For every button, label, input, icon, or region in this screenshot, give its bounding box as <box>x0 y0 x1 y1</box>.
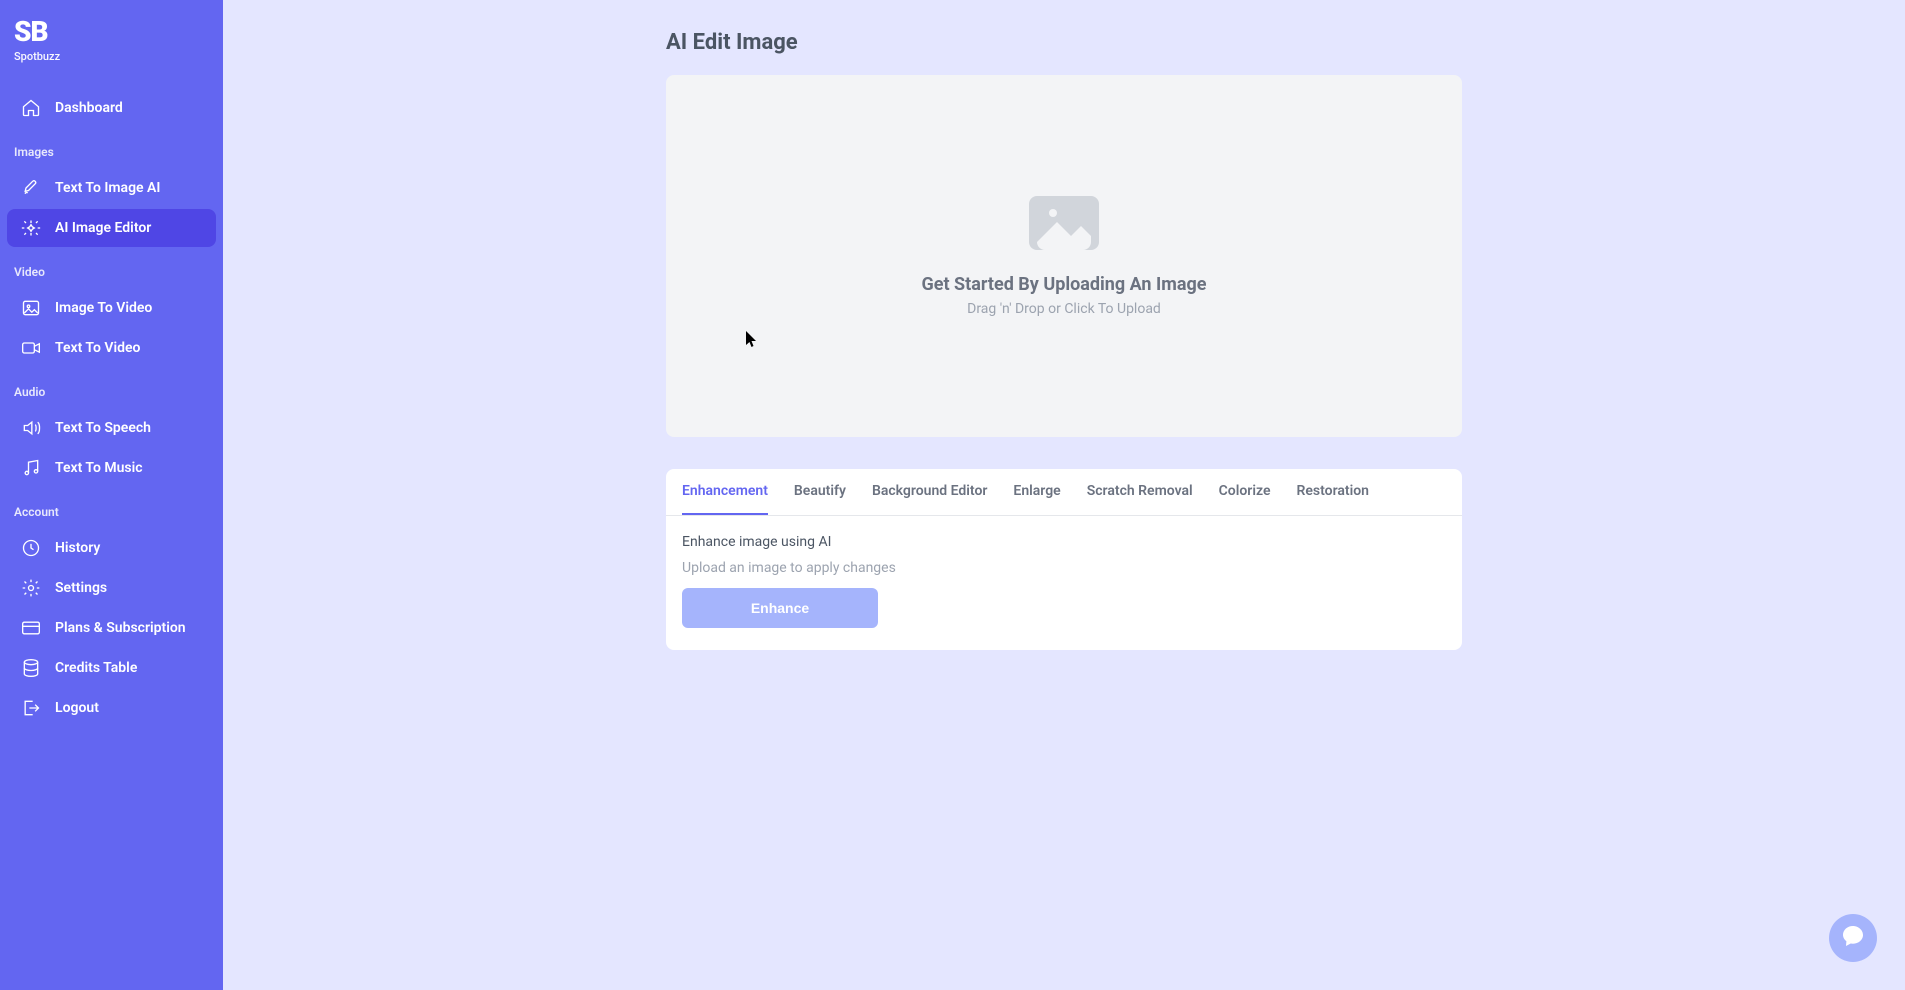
page-title: AI Edit Image <box>666 30 1462 55</box>
clock-icon <box>21 538 41 558</box>
logout-icon <box>21 698 41 718</box>
sparkle-icon <box>21 218 41 238</box>
chat-icon <box>1841 924 1865 952</box>
sidebar-item-label: Image To Video <box>55 300 152 316</box>
sidebar-item-history[interactable]: History <box>7 529 216 567</box>
sidebar-item-label: Text To Image AI <box>55 180 160 196</box>
brush-icon <box>21 178 41 198</box>
nav-section-audio: Audio Text To Speech Text To Music <box>0 385 223 487</box>
sidebar-item-label: Credits Table <box>55 660 137 676</box>
brand-name: Spotbuzz <box>14 50 209 63</box>
nav-section-title: Account <box>0 505 223 527</box>
sidebar-item-label: Text To Video <box>55 340 140 356</box>
home-icon <box>21 98 41 118</box>
tab-beautify[interactable]: Beautify <box>794 469 846 515</box>
upload-dropzone[interactable]: Get Started By Uploading An Image Drag '… <box>666 75 1462 437</box>
tab-colorize[interactable]: Colorize <box>1219 469 1271 515</box>
image-icon <box>21 298 41 318</box>
tab-enlarge[interactable]: Enlarge <box>1013 469 1060 515</box>
sidebar-item-label: Text To Music <box>55 460 143 476</box>
nav-section-images: Images Text To Image AI AI Image Editor <box>0 145 223 247</box>
nav-section-title: Audio <box>0 385 223 407</box>
sidebar-item-logout[interactable]: Logout <box>7 689 216 727</box>
brand-logo: SB <box>14 18 209 46</box>
sidebar-item-plans[interactable]: Plans & Subscription <box>7 609 216 647</box>
sidebar-item-label: History <box>55 540 100 556</box>
gear-icon <box>21 578 41 598</box>
enhance-button[interactable]: Enhance <box>682 588 878 628</box>
sidebar-item-text-to-video[interactable]: Text To Video <box>7 329 216 367</box>
sidebar-item-label: Text To Speech <box>55 420 151 436</box>
sidebar-item-label: Settings <box>55 580 107 596</box>
tab-background-editor[interactable]: Background Editor <box>872 469 987 515</box>
upload-title: Get Started By Uploading An Image <box>922 274 1207 295</box>
sidebar-item-label: Logout <box>55 700 99 716</box>
tab-enhancement[interactable]: Enhancement <box>682 469 768 515</box>
chat-widget-button[interactable] <box>1829 914 1877 962</box>
database-icon <box>21 658 41 678</box>
sidebar-item-image-to-video[interactable]: Image To Video <box>7 289 216 327</box>
sidebar-item-settings[interactable]: Settings <box>7 569 216 607</box>
sidebar-item-dashboard[interactable]: Dashboard <box>7 89 216 127</box>
tab-description: Enhance image using AI <box>682 534 1446 550</box>
speaker-icon <box>21 418 41 438</box>
nav-section-video: Video Image To Video Text To Video <box>0 265 223 367</box>
sidebar-item-label: Plans & Subscription <box>55 620 186 636</box>
sidebar-item-text-to-image[interactable]: Text To Image AI <box>7 169 216 207</box>
nav-section-title: Video <box>0 265 223 287</box>
image-placeholder-icon <box>1029 196 1099 254</box>
sidebar-item-text-to-speech[interactable]: Text To Speech <box>7 409 216 447</box>
main-content: AI Edit Image Get Started By Uploading A… <box>223 0 1905 990</box>
tabs-bar: Enhancement Beautify Background Editor E… <box>666 469 1462 516</box>
tab-restoration[interactable]: Restoration <box>1296 469 1368 515</box>
tab-hint: Upload an image to apply changes <box>682 560 1446 576</box>
music-icon <box>21 458 41 478</box>
nav-section-title: Images <box>0 145 223 167</box>
nav-section-account: Account History Settings Plans & Subscri… <box>0 505 223 727</box>
sidebar: SB Spotbuzz Dashboard Images Text To Ima… <box>0 0 223 990</box>
card-icon <box>21 618 41 638</box>
tab-scratch-removal[interactable]: Scratch Removal <box>1087 469 1193 515</box>
upload-subtitle: Drag 'n' Drop or Click To Upload <box>967 301 1161 317</box>
edit-options-card: Enhancement Beautify Background Editor E… <box>666 469 1462 650</box>
sidebar-item-text-to-music[interactable]: Text To Music <box>7 449 216 487</box>
tab-content: Enhance image using AI Upload an image t… <box>666 516 1462 650</box>
nav-top: Dashboard <box>0 89 223 127</box>
sidebar-item-credits[interactable]: Credits Table <box>7 649 216 687</box>
video-icon <box>21 338 41 358</box>
brand-block[interactable]: SB Spotbuzz <box>0 18 223 71</box>
sidebar-item-ai-image-editor[interactable]: AI Image Editor <box>7 209 216 247</box>
cursor-icon <box>746 331 758 347</box>
sidebar-item-label: AI Image Editor <box>55 220 151 236</box>
sidebar-item-label: Dashboard <box>55 100 123 116</box>
